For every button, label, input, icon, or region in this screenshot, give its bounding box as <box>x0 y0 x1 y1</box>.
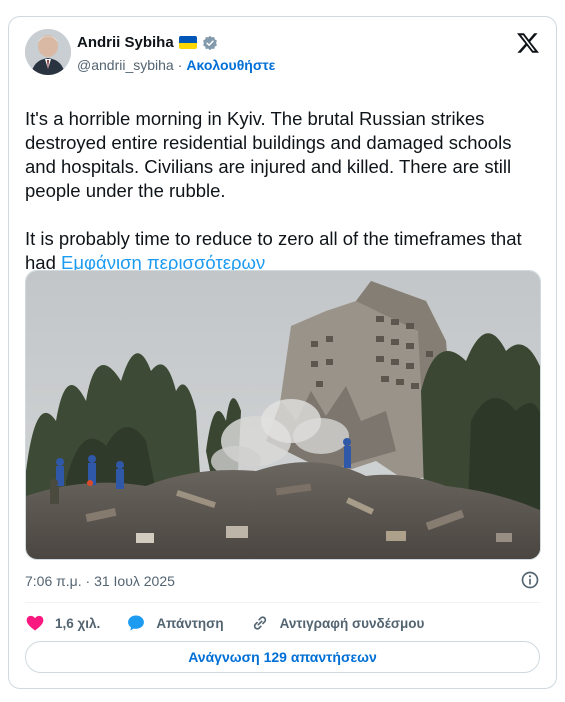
x-logo-icon[interactable] <box>516 31 540 55</box>
author-avatar[interactable] <box>25 29 71 75</box>
tweet-photo[interactable] <box>25 270 541 560</box>
read-replies-button[interactable]: Ανάγνωση 129 απαντήσεων <box>25 641 540 673</box>
copy-link-button[interactable]: Αντιγραφή συνδέσμου <box>250 613 425 633</box>
likes-count: 1,6 χιλ. <box>55 615 101 631</box>
verified-badge-icon <box>202 35 217 50</box>
reply-bubble-icon <box>128 615 145 631</box>
handle-separator: · <box>177 57 183 73</box>
author-name[interactable]: Andrii Sybiha <box>77 34 174 51</box>
tweet-card: Andrii Sybiha @andrii_sybiha · Ακολουθήσ… <box>8 16 557 689</box>
author-handle[interactable]: @andrii_sybiha <box>77 57 174 73</box>
reply-button[interactable]: Απάντηση <box>126 613 224 633</box>
like-button[interactable]: 1,6 χιλ. <box>25 613 100 633</box>
tweet-timestamp[interactable]: 7:06 π.μ. · 31 Ιουλ 2025 <box>25 573 175 589</box>
reply-label: Απάντηση <box>156 615 224 631</box>
tweet-paragraph-2: It is probably time to reduce to zero al… <box>25 227 545 275</box>
follow-button[interactable]: Ακολουθήστε <box>186 57 275 73</box>
author-handle-row: @andrii_sybiha · Ακολουθήστε <box>77 57 275 73</box>
tweet-text: It's a horrible morning in Kyiv. The bru… <box>25 107 545 275</box>
author-name-row: Andrii Sybiha <box>77 34 218 51</box>
info-icon[interactable] <box>520 570 540 590</box>
tweet-actions: 1,6 χιλ. Απάντηση Αντιγραφή συνδέσμου <box>25 609 450 637</box>
copy-link-label: Αντιγραφή συνδέσμου <box>279 615 425 631</box>
link-icon <box>253 616 266 630</box>
ukraine-flag-icon <box>178 36 197 49</box>
divider <box>25 602 540 603</box>
heart-icon <box>26 615 44 631</box>
tweet-paragraph-1: It's a horrible morning in Kyiv. The bru… <box>25 108 512 201</box>
